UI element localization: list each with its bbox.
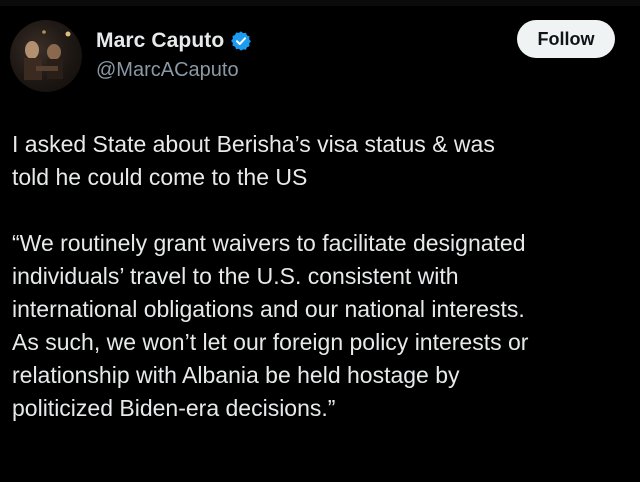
tweet-quote-line: international obligations and our nation… bbox=[12, 296, 525, 322]
avatar-photo-icon bbox=[24, 30, 71, 80]
author-display-name[interactable]: Marc Caputo bbox=[96, 29, 224, 53]
tweet-quote-line: As such, we won’t let our foreign policy… bbox=[12, 329, 529, 355]
tweet-text: I asked State about Berisha’s visa statu… bbox=[12, 128, 628, 425]
author-name-row: Marc Caputo bbox=[96, 28, 252, 54]
follow-button[interactable]: Follow bbox=[517, 20, 615, 58]
verified-badge-icon bbox=[231, 31, 252, 51]
tweet-quote-line: politicized Biden-era decisions.” bbox=[12, 395, 336, 421]
tweet-quote-line: relationship with Albania be held hostag… bbox=[12, 362, 460, 388]
tweet-quote: “We routinely grant waivers to facilitat… bbox=[12, 227, 628, 425]
tweet-line: I asked State about Berisha’s visa statu… bbox=[12, 131, 495, 157]
tweet-quote-line: “We routinely grant waivers to facilitat… bbox=[12, 230, 526, 256]
tweet-line: told he could come to the US bbox=[12, 164, 308, 190]
tweet-quote-line: individuals’ travel to the U.S. consiste… bbox=[12, 263, 459, 289]
top-edge-band bbox=[0, 0, 640, 6]
avatar[interactable] bbox=[10, 20, 82, 92]
author-handle[interactable]: @MarcACaputo bbox=[96, 59, 239, 82]
tweet-intro: I asked State about Berisha’s visa statu… bbox=[12, 128, 628, 194]
